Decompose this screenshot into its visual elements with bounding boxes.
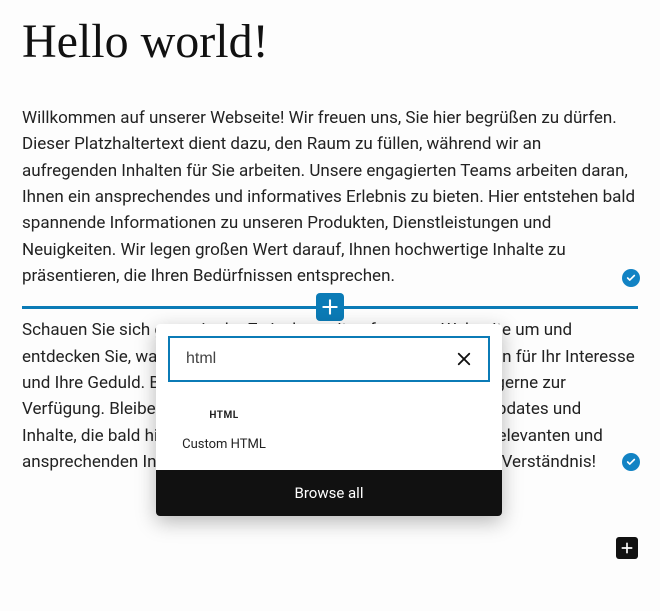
- clear-search-button[interactable]: [450, 345, 478, 373]
- block-search-input[interactable]: [184, 349, 450, 369]
- html-block-icon: HTML: [178, 410, 270, 421]
- page-title[interactable]: Hello world!: [22, 14, 638, 69]
- block-inserter-popover: HTML Custom HTML Browse all: [156, 324, 502, 516]
- paragraph-block-1[interactable]: Willkommen auf unserer Webseite! Wir fre…: [22, 105, 638, 289]
- block-search-field-wrap: [168, 336, 490, 382]
- block-result-label: Custom HTML: [178, 437, 270, 452]
- block-result-custom-html[interactable]: HTML Custom HTML: [164, 394, 284, 470]
- browse-all-button[interactable]: Browse all: [156, 470, 502, 516]
- add-block-floating-button[interactable]: [616, 537, 638, 559]
